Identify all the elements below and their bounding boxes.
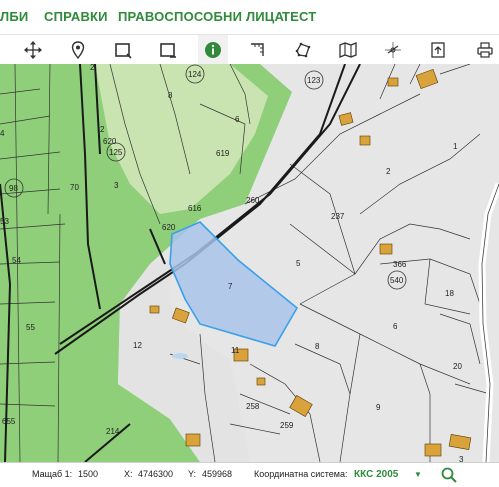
menu-item-test[interactable]: ТЕСТ xyxy=(282,9,316,24)
parcel-label: 620 xyxy=(103,137,117,146)
print-button[interactable] xyxy=(470,35,499,64)
info-icon xyxy=(205,41,221,58)
search-button[interactable] xyxy=(440,466,458,484)
chevron-down-icon[interactable]: ▼ xyxy=(414,470,422,479)
x-coord-value: 4746300 xyxy=(138,469,174,479)
parcel-label: 8 xyxy=(168,91,173,100)
parcel-label: 620 xyxy=(162,223,176,232)
parcel-label: 70 xyxy=(70,183,79,192)
print-icon xyxy=(477,41,493,58)
measure-area-icon xyxy=(295,42,311,57)
parcel-label: 12 xyxy=(133,341,142,350)
menu-item-lbi[interactable]: ЛБИ xyxy=(0,9,28,24)
parcel-label: 214 xyxy=(106,427,120,436)
circled-label: 125 xyxy=(109,148,123,157)
parcel-label: 54 xyxy=(12,256,21,265)
parcel-label: 11 xyxy=(231,346,240,355)
parcel-label: 8 xyxy=(315,342,320,351)
map-layers-icon xyxy=(339,41,357,58)
export-icon xyxy=(431,41,445,58)
parcel-label: 1 xyxy=(453,142,458,151)
parcel-label: 5 xyxy=(296,259,301,268)
export-button[interactable] xyxy=(423,35,453,64)
y-coord-label: Y: xyxy=(188,469,197,479)
measure-distance-icon xyxy=(251,42,264,56)
crs-label: Координатна система: xyxy=(254,469,348,479)
parcel-label: 655 xyxy=(2,417,16,426)
parcel-label: 237 xyxy=(331,212,345,221)
parcel-label: 3 xyxy=(459,455,464,462)
map-canvas[interactable]: 2 8 6 619 2 620 3 616 620 70 53 54 55 4 … xyxy=(0,64,499,462)
select-rectangle-icon xyxy=(115,42,132,59)
location-pin-icon xyxy=(71,40,85,59)
parcel-label: 9 xyxy=(376,403,381,412)
clear-selection-icon xyxy=(160,42,176,58)
select-rectangle-button[interactable] xyxy=(108,35,138,64)
parcel-label: 2 xyxy=(386,167,391,176)
parcel-label: 259 xyxy=(280,421,294,430)
parcel-label: 53 xyxy=(0,217,9,226)
pan-icon xyxy=(24,40,42,59)
parcel-label: 18 xyxy=(445,289,454,298)
x-coord-label: X: xyxy=(124,469,133,479)
parcel-label: 55 xyxy=(26,323,35,332)
measure-area-button[interactable] xyxy=(288,35,318,64)
parcel-label: 2 xyxy=(90,64,95,72)
clear-selection-button[interactable] xyxy=(153,35,183,64)
coordinates-icon xyxy=(385,41,401,58)
coordinates-button[interactable] xyxy=(378,35,408,64)
parcel-label: 260 xyxy=(246,196,260,205)
circled-label: 123 xyxy=(307,76,321,85)
parcel-label: 6 xyxy=(393,322,398,331)
status-bar: Мащаб 1: 1500 X: 4746300 Y: 459968 Коорд… xyxy=(0,462,499,487)
menu-item-reports[interactable]: СПРАВКИ xyxy=(44,9,108,24)
map-layers-button[interactable] xyxy=(333,35,363,64)
scale-value[interactable]: 1500 xyxy=(78,469,98,479)
parcel-label: 2 xyxy=(100,125,105,134)
parcel-label: 619 xyxy=(216,149,230,158)
top-menu: ЛБИ СПРАВКИ ПРАВОСПОСОБНИ ЛИЦА ТЕСТ xyxy=(0,0,499,34)
cadastral-map[interactable]: 2 8 6 619 2 620 3 616 620 70 53 54 55 4 … xyxy=(0,64,499,462)
circled-label: 540 xyxy=(390,276,404,285)
measure-distance-button[interactable] xyxy=(243,35,273,64)
parcel-label: 258 xyxy=(246,402,260,411)
pond xyxy=(172,353,188,359)
search-icon xyxy=(441,467,457,483)
location-button[interactable] xyxy=(63,35,93,64)
circled-label: 124 xyxy=(188,70,202,79)
menu-item-licensed-persons[interactable]: ПРАВОСПОСОБНИ ЛИЦА xyxy=(118,9,284,24)
parcel-label: 4 xyxy=(0,129,5,138)
info-button[interactable] xyxy=(198,35,228,64)
parcel-label: 366 xyxy=(393,260,407,269)
parcel-label: 20 xyxy=(453,362,462,371)
pan-button[interactable] xyxy=(18,35,48,64)
parcel-label: 616 xyxy=(188,204,202,213)
parcel-label: 7 xyxy=(228,282,233,291)
map-toolbar xyxy=(0,34,499,65)
circled-label: 98 xyxy=(9,184,18,193)
crs-select[interactable]: ККС 2005 xyxy=(354,469,398,480)
parcel-label: 6 xyxy=(235,115,240,124)
parcel-label: 3 xyxy=(114,181,119,190)
y-coord-value: 459968 xyxy=(202,469,233,479)
scale-label: Мащаб 1: xyxy=(32,469,73,479)
